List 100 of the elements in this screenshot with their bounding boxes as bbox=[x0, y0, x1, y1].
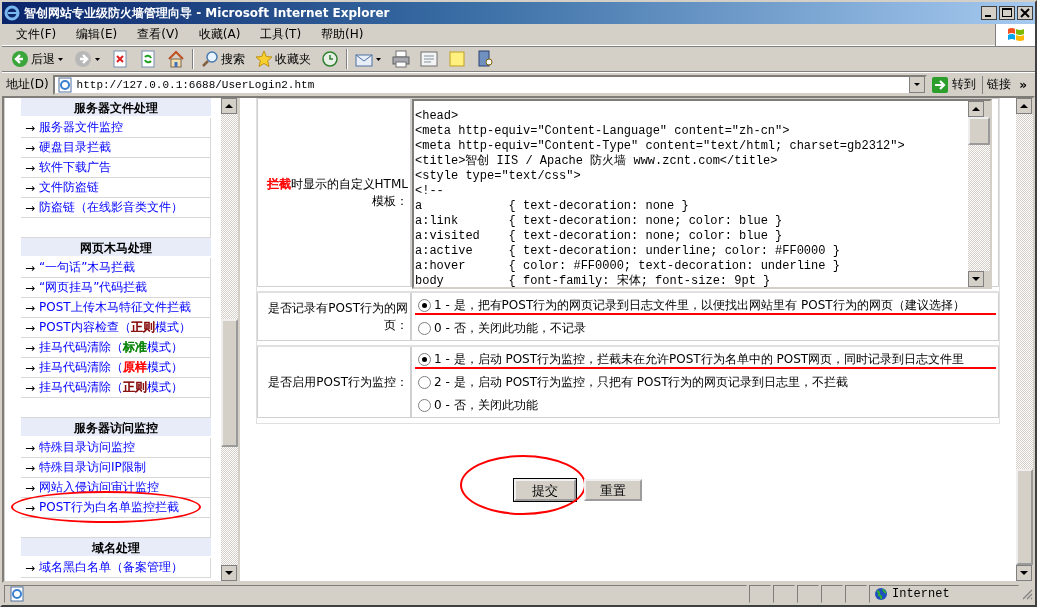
menu-item[interactable]: 查看(V) bbox=[127, 26, 189, 43]
chevron-button[interactable]: » bbox=[1015, 77, 1031, 92]
code-line: <head> bbox=[415, 109, 460, 124]
address-label: 地址(D) bbox=[6, 76, 49, 93]
reset-button[interactable]: 重置 bbox=[584, 479, 642, 501]
scrollbar[interactable] bbox=[1016, 98, 1033, 581]
sidebar-link[interactable]: 服务器文件监控 bbox=[39, 119, 124, 136]
menu-item[interactable]: 工具(T) bbox=[250, 26, 312, 43]
menu-item[interactable]: 文件(F) bbox=[6, 26, 67, 43]
page-icon bbox=[9, 586, 25, 602]
option-label[interactable]: 0 - 否，关闭此功能 bbox=[434, 396, 538, 414]
sidebar-link[interactable]: 挂马代码清除（标准模式） bbox=[39, 339, 184, 356]
sidebar-link[interactable]: 防盗链（在线影音类文件） bbox=[39, 199, 184, 216]
links-button[interactable]: 链接 bbox=[987, 76, 1012, 93]
minimize-icon[interactable] bbox=[981, 6, 997, 20]
section-heading: 服务器访问监控 bbox=[21, 418, 211, 438]
code-line: body { font-family: 宋体; font-size: 9pt } bbox=[415, 274, 772, 287]
scrollbar[interactable] bbox=[968, 101, 990, 287]
arrow-bullet: → bbox=[25, 280, 36, 295]
address-field[interactable]: http://127.0.0.1:6688/UserLogin2.htm bbox=[52, 74, 928, 95]
arrow-bullet: → bbox=[25, 460, 36, 475]
section-heading: 网页木马处理 bbox=[21, 238, 211, 258]
sidebar-link[interactable]: 挂马代码清除（原样模式） bbox=[39, 359, 184, 376]
radio-button[interactable] bbox=[418, 398, 431, 412]
search-icon[interactable] bbox=[201, 50, 219, 68]
sidebar-link[interactable]: POST行为白名单监控拦截 bbox=[39, 499, 179, 516]
scroll-up-icon[interactable] bbox=[221, 98, 237, 114]
menu-item[interactable]: 收藏(A) bbox=[188, 26, 251, 43]
code-line: <meta http-equiv="Content-Language" content="zh-cn"> bbox=[415, 124, 791, 139]
stop-icon[interactable] bbox=[111, 50, 129, 68]
sidebar-link[interactable]: 挂马代码清除（正则模式） bbox=[39, 379, 184, 396]
arrow-bullet: → bbox=[25, 360, 36, 375]
arrow-bullet: → bbox=[25, 340, 36, 355]
status-pane bbox=[821, 585, 843, 603]
globe-icon bbox=[874, 587, 888, 601]
status-pane bbox=[845, 585, 867, 603]
arrow-bullet: → bbox=[25, 200, 36, 215]
star-icon[interactable] bbox=[255, 50, 273, 68]
scroll-thumb[interactable] bbox=[968, 117, 990, 145]
go-button[interactable]: 转到 bbox=[931, 75, 984, 94]
field-label: 是否启用POST行为监控： bbox=[268, 373, 408, 391]
sidebar-link[interactable]: 硬盘目录拦截 bbox=[39, 139, 112, 156]
arrow-bullet: → bbox=[25, 140, 36, 155]
code-line: a:visited { text-decoration: none; color: blue } bbox=[415, 229, 784, 244]
code-line: <title>智创 IIS / Apache 防火墙 www.zcnt.com</title> bbox=[415, 154, 779, 169]
document-icon[interactable] bbox=[420, 50, 438, 68]
sidebar-link[interactable]: 特殊目录访问IP限制 bbox=[39, 459, 146, 476]
sidebar-link[interactable]: 特殊目录访问监控 bbox=[39, 439, 136, 456]
arrow-bullet: → bbox=[25, 120, 36, 135]
option-label[interactable]: 1 - 是，把有POST行为的网页记录到日志文件里，以便找出网站里有 POST行为的网页（建议选择） bbox=[434, 296, 965, 314]
radio-button[interactable] bbox=[418, 375, 431, 389]
sidebar-link[interactable]: 文件防盗链 bbox=[39, 179, 100, 196]
code-line: <meta http-equiv="Content-Type" content="text/html; charset=gb2312"> bbox=[415, 139, 906, 154]
scroll-up-icon[interactable] bbox=[968, 101, 984, 117]
option-label[interactable]: 2 - 是，启动 POST行为监控，只把有 POST行为的网页记录到日志里，不拦截 bbox=[434, 373, 849, 391]
radio-button[interactable] bbox=[418, 321, 431, 335]
scrollbar[interactable] bbox=[221, 98, 238, 581]
printer-icon[interactable] bbox=[392, 50, 410, 68]
sidebar-link[interactable]: 域名黑白名单（备案管理） bbox=[39, 559, 184, 576]
code-line: <style type="text/css"> bbox=[415, 169, 582, 184]
scroll-thumb[interactable] bbox=[1016, 469, 1033, 565]
resize-grip-icon bbox=[1021, 588, 1033, 600]
option-label[interactable]: 1 - 是，启动 POST行为监控，拦截未在允许POST行为名单中的 POST网页，同时记录到日志文件里 bbox=[434, 350, 965, 368]
arrow-bullet: → bbox=[25, 560, 36, 575]
sidebar-link[interactable]: “网页挂马”代码拦截 bbox=[39, 279, 148, 296]
sidebar-link[interactable]: 软件下载广告 bbox=[39, 159, 112, 176]
toolbar-label[interactable]: 搜索 bbox=[221, 50, 245, 68]
menu-item[interactable]: 帮助(H) bbox=[311, 26, 374, 43]
windows-flag-icon bbox=[1005, 25, 1026, 44]
field-label: 拦截时显示的自定义HTML模板： bbox=[265, 175, 408, 210]
submit-button[interactable]: 提交 bbox=[514, 479, 576, 501]
arrow-bullet: → bbox=[25, 300, 36, 315]
page-icon bbox=[56, 76, 73, 93]
sidebar-link[interactable]: “一句话”木马拦截 bbox=[39, 259, 136, 276]
arrow-bullet: → bbox=[25, 380, 36, 395]
sidebar-link[interactable]: 网站入侵访问审计监控 bbox=[39, 479, 160, 496]
option-label[interactable]: 0 - 否，关闭此功能，不记录 bbox=[434, 319, 586, 337]
scroll-thumb[interactable] bbox=[221, 319, 238, 447]
status-pane bbox=[773, 585, 795, 603]
sidebar-link[interactable]: POST内容检查（正则模式） bbox=[39, 319, 191, 336]
menu-item[interactable]: 编辑(E) bbox=[66, 26, 128, 43]
scroll-down-icon[interactable] bbox=[1016, 565, 1032, 581]
scroll-down-icon[interactable] bbox=[221, 565, 237, 581]
maximize-icon[interactable] bbox=[999, 6, 1015, 20]
scroll-up-icon[interactable] bbox=[1016, 98, 1032, 114]
browser-logo-icon bbox=[4, 5, 20, 21]
home-icon[interactable] bbox=[167, 50, 185, 68]
scroll-down-icon[interactable] bbox=[968, 271, 984, 287]
code-line: a:active { text-decoration: underline; color: #FF0000 } bbox=[415, 244, 841, 259]
html-template-textarea[interactable] bbox=[412, 99, 992, 289]
close-icon[interactable] bbox=[1017, 6, 1033, 20]
radio-button[interactable] bbox=[418, 352, 431, 366]
toolbar-label[interactable]: 收藏夹 bbox=[275, 50, 311, 68]
section-heading: 域名处理 bbox=[21, 538, 211, 558]
toolbar-label[interactable]: 后退 bbox=[31, 50, 55, 68]
code-line: <!-- bbox=[415, 184, 445, 199]
radio-button[interactable] bbox=[418, 298, 431, 312]
window-title: 智创网站专业级防火墙管理向导 - Microsoft Internet Explorer bbox=[24, 4, 390, 22]
sidebar-link[interactable]: POST上传木马特征文件拦截 bbox=[39, 299, 191, 316]
refresh-icon[interactable] bbox=[139, 50, 157, 68]
